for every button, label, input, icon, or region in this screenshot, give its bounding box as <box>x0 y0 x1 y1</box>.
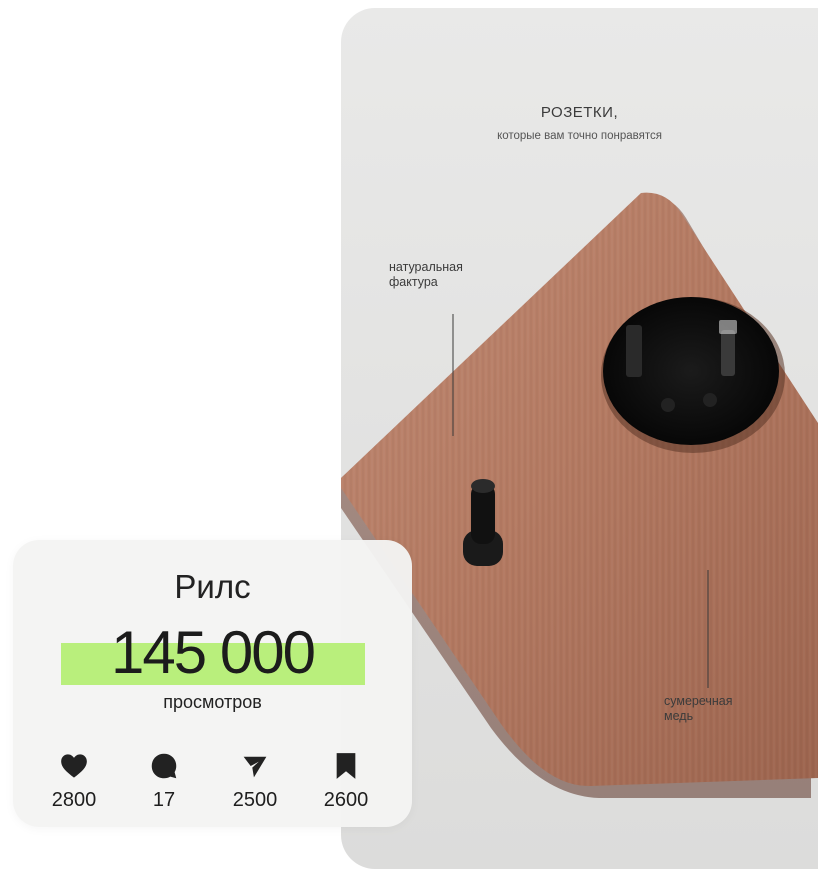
stat-shares: 2500 <box>215 752 295 812</box>
stat-saves: 2600 <box>306 752 386 812</box>
shares-count: 2500 <box>232 789 278 811</box>
send-icon <box>215 752 295 780</box>
reels-stats-card: Рилс 145 000 просмотров 2800 17 2500 260… <box>13 540 412 827</box>
heart-icon <box>34 752 114 780</box>
photo-subtitle: которые вам точно понравятся <box>497 130 662 142</box>
photo-title: РОЗЕТКИ, <box>540 104 619 121</box>
card-title: Рилс <box>174 568 251 605</box>
stat-comments: 17 <box>124 752 204 812</box>
views-label: просмотров <box>163 692 262 712</box>
comment-icon <box>124 752 204 780</box>
bookmark-icon <box>306 752 386 780</box>
comments-count: 17 <box>152 789 176 811</box>
product-photo: РОЗЕТКИ, которые вам точно понравятся на… <box>341 8 818 869</box>
callout-texture: натуральная фактура <box>389 260 463 289</box>
stat-likes: 2800 <box>34 752 114 812</box>
likes-count: 2800 <box>51 789 97 811</box>
saves-count: 2600 <box>323 789 369 811</box>
callout-color: сумеречная медь <box>664 694 733 723</box>
views-count: 145 000 <box>111 619 316 686</box>
